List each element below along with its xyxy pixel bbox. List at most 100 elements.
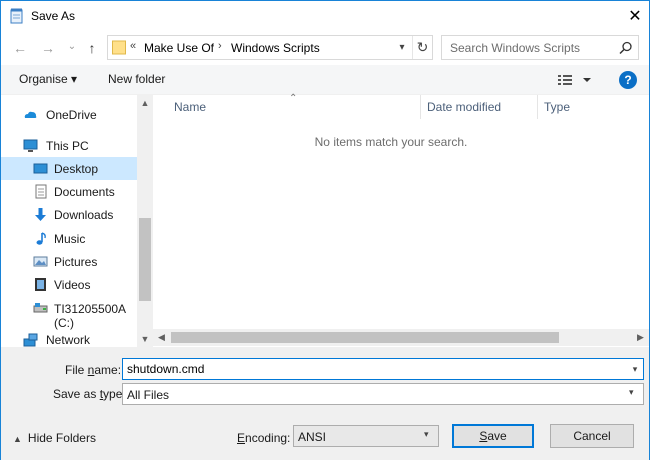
scroll-right-icon[interactable]: ▶ (632, 329, 649, 346)
scroll-down-icon[interactable]: ▼ (137, 331, 153, 347)
chevron-down-icon: ▾ (632, 363, 638, 374)
sidebar-item-label: Network (46, 333, 91, 347)
arrow-left-icon: ← (13, 40, 27, 56)
search-input[interactable]: Search Windows Scripts (450, 41, 580, 55)
scrollbar-thumb[interactable] (171, 332, 559, 343)
pictures-icon (33, 256, 48, 267)
desktop-icon (33, 163, 48, 174)
refresh-button[interactable]: ↻ (412, 36, 432, 59)
up-button[interactable]: ↑ (83, 39, 101, 57)
save-as-type-value: All Files (127, 388, 170, 402)
sidebar-item-label: Documents (54, 185, 115, 199)
save-as-dialog: Save As ✕ ← → ⌄ ↑ « Make Use Of › Window… (0, 0, 650, 460)
arrow-right-icon: → (41, 40, 55, 56)
sidebar-scrollbar[interactable]: ▲ ▼ (137, 95, 153, 347)
folder-icon (112, 40, 126, 55)
search-icon[interactable] (618, 40, 634, 56)
navigation-bar: ← → ⌄ ↑ « Make Use Of › Windows Scripts … (1, 31, 649, 65)
address-dropdown-button[interactable]: ▾ (392, 36, 412, 59)
back-button[interactable]: ← (11, 39, 29, 57)
sidebar-item-label: TI31205500A (C:) (54, 302, 126, 330)
sidebar-item-label: Desktop (54, 162, 99, 176)
breadcrumb-make-use-of[interactable]: Make Use Of (144, 41, 214, 55)
scroll-left-icon[interactable]: ◀ (153, 329, 170, 346)
sidebar-item-videos[interactable]: Videos (1, 273, 137, 296)
documents-icon (35, 184, 47, 199)
label-accelerator: E (237, 431, 246, 445)
sidebar-item-label: This PC (46, 139, 89, 153)
scroll-up-icon[interactable]: ▲ (137, 95, 153, 111)
content-area: OneDrive This PC Desktop Documents Downl… (1, 93, 649, 347)
downloads-icon (35, 208, 46, 221)
column-divider[interactable] (420, 95, 421, 119)
sidebar-item-pictures[interactable]: Pictures (1, 250, 137, 273)
music-icon (36, 232, 46, 245)
encoding-label: Encoding: (237, 431, 290, 445)
sidebar-item-label: Videos (54, 278, 91, 292)
hide-folders-button[interactable]: ▲ Hide Folders (13, 431, 96, 445)
close-button[interactable]: ✕ (621, 1, 649, 31)
chevron-down-icon: ▾ (71, 72, 78, 86)
label-text: File (65, 363, 88, 377)
empty-list-message: No items match your search. (314, 135, 468, 149)
new-folder-button[interactable]: New folder (108, 72, 165, 86)
change-view-icon[interactable] (557, 72, 593, 88)
forward-button[interactable]: → (39, 39, 57, 57)
encoding-select[interactable]: ANSI ▾ (293, 425, 439, 447)
horizontal-scrollbar[interactable]: ◀ ▶ (153, 329, 649, 346)
breadcrumb-windows-scripts[interactable]: Windows Scripts (231, 41, 320, 55)
save-button[interactable]: Save (452, 424, 534, 448)
save-as-type-select[interactable]: All Files ▾ (122, 383, 644, 405)
address-overflow-icon[interactable]: « (130, 40, 136, 52)
search-box[interactable]: Search Windows Scripts (441, 35, 639, 60)
network-icon (23, 333, 38, 347)
label-accelerator: S (479, 429, 488, 443)
command-bar: Organise ▾ New folder ? (1, 65, 649, 95)
sidebar-item-label: OneDrive (46, 108, 97, 122)
help-button[interactable]: ? (619, 71, 637, 89)
cancel-button[interactable]: Cancel (550, 424, 634, 448)
close-icon: ✕ (628, 8, 642, 25)
chevron-up-icon: ▲ (13, 434, 22, 444)
cloud-icon (24, 111, 37, 118)
chevron-down-icon: ⌄ (67, 40, 77, 52)
column-header-date-modified[interactable]: Date modified (427, 100, 501, 114)
save-options-panel: File name: ▾ Save as type: All Files ▾ ▲… (1, 347, 649, 460)
address-bar[interactable]: « Make Use Of › Windows Scripts ▾ ↻ (107, 35, 433, 60)
sidebar-item-documents[interactable]: Documents (1, 180, 137, 203)
sidebar-item-music[interactable]: Music (1, 227, 137, 250)
scrollbar-thumb[interactable] (139, 218, 151, 301)
encoding-value: ANSI (298, 430, 327, 444)
recent-locations-button[interactable]: ⌄ (63, 37, 81, 55)
sidebar-item-label: Pictures (54, 255, 98, 269)
help-icon: ? (624, 73, 632, 87)
sidebar-item-onedrive[interactable]: OneDrive (1, 103, 137, 126)
arrow-up-icon: ↑ (88, 40, 96, 56)
navigation-pane: OneDrive This PC Desktop Documents Downl… (1, 95, 153, 347)
drive-icon (33, 303, 48, 313)
videos-icon (35, 278, 46, 291)
organise-button[interactable]: Organise ▾ (19, 72, 77, 86)
file-name-dropdown-button[interactable]: ▾ (628, 361, 642, 377)
sidebar-item-desktop[interactable]: Desktop (1, 157, 137, 180)
file-name-input[interactable] (122, 358, 644, 380)
title-bar: Save As ✕ (1, 1, 649, 31)
breadcrumb-separator-icon: › (218, 40, 222, 52)
label-text: ame: (94, 363, 122, 377)
sidebar-item-downloads[interactable]: Downloads (1, 203, 137, 226)
sort-ascending-icon: ⌃ (289, 93, 298, 104)
notepad-icon (10, 8, 23, 24)
sidebar-item-drive-c[interactable]: TI31205500A (C:) (1, 297, 137, 330)
label-text: ncoding: (245, 431, 291, 445)
column-header-type[interactable]: Type (544, 100, 570, 114)
computer-icon (23, 139, 38, 152)
file-list: ⌃ Name Date modified Type No items match… (153, 93, 649, 347)
window-title: Save As (31, 9, 76, 23)
column-header-name[interactable]: Name (174, 100, 206, 114)
label-text: Save as (53, 387, 100, 401)
chevron-down-icon: ▾ (629, 387, 634, 397)
column-divider[interactable] (537, 95, 538, 119)
sidebar-item-this-pc[interactable]: This PC (1, 134, 137, 157)
organise-label: Organise (19, 72, 68, 86)
hide-folders-label: Hide Folders (27, 431, 96, 445)
